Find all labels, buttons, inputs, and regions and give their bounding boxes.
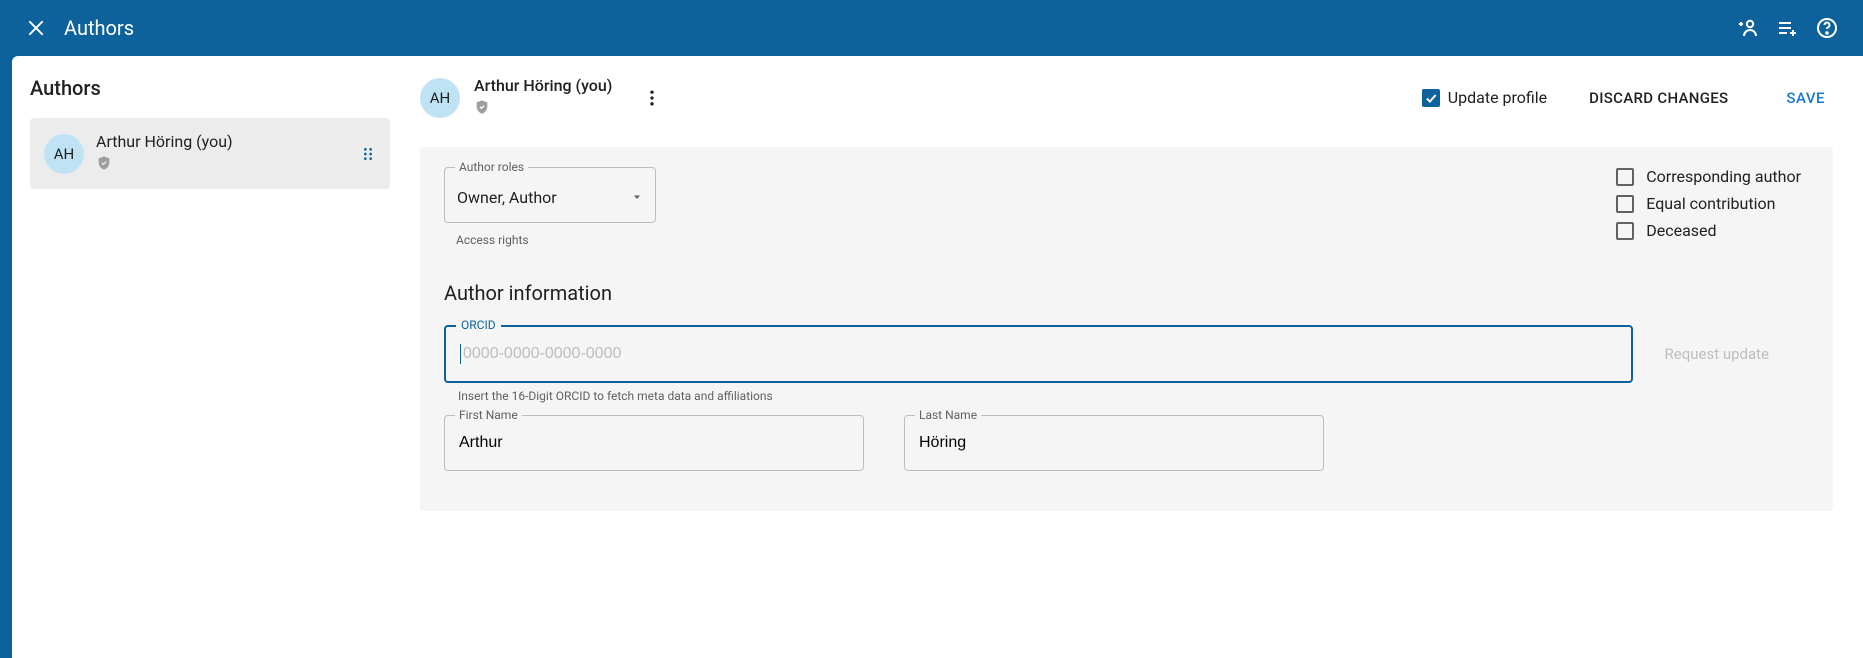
drag-icon	[360, 146, 376, 162]
orcid-label: ORCID	[456, 318, 501, 332]
sidebar-author-item[interactable]: AH Arthur Höring (you)	[30, 118, 390, 189]
author-roles-value: Owner, Author	[457, 188, 631, 207]
checkbox-icon	[1616, 222, 1634, 240]
deceased-checkbox[interactable]: Deceased	[1616, 221, 1801, 240]
form-panel: Author roles Owner, Author Access rights…	[420, 147, 1833, 511]
request-update-link[interactable]: Request update	[1665, 345, 1770, 363]
corresponding-author-checkbox[interactable]: Corresponding author	[1616, 167, 1801, 186]
app-bar: Authors	[0, 0, 1863, 56]
content: Authors AH Arthur Höring (you) AH Arthur	[12, 56, 1863, 658]
checkbox-icon	[1616, 195, 1634, 213]
sidebar-heading: Authors	[30, 76, 390, 100]
update-profile-label: Update profile	[1448, 88, 1547, 107]
page-title: Authors	[64, 16, 134, 40]
author-name: Arthur Höring (you)	[474, 76, 612, 95]
discard-button[interactable]: DISCARD CHANGES	[1581, 83, 1736, 113]
playlist-add-icon	[1775, 16, 1799, 40]
last-name-label: Last Name	[915, 408, 981, 422]
drag-handle[interactable]	[356, 142, 380, 166]
close-icon	[26, 18, 46, 38]
orcid-field[interactable]: ORCID	[444, 325, 1633, 383]
checkbox-icon	[1616, 168, 1634, 186]
author-header: AH Arthur Höring (you) Update profile	[420, 76, 1833, 119]
more-button[interactable]	[634, 80, 670, 116]
last-name-input[interactable]	[919, 434, 1309, 452]
add-person-icon	[1735, 16, 1759, 40]
equal-contribution-checkbox[interactable]: Equal contribution	[1616, 194, 1801, 213]
update-profile-checkbox[interactable]: Update profile	[1422, 88, 1547, 107]
equal-label: Equal contribution	[1646, 194, 1775, 213]
verified-icon	[96, 155, 344, 175]
deceased-label: Deceased	[1646, 221, 1716, 240]
last-name-field[interactable]: Last Name	[904, 415, 1324, 471]
checkbox-icon	[1422, 89, 1440, 107]
orcid-input[interactable]	[463, 345, 1617, 363]
orcid-helper: Insert the 16-Digit ORCID to fetch meta …	[458, 389, 1809, 403]
author-roles-label: Author roles	[455, 160, 528, 174]
help-icon	[1815, 16, 1839, 40]
verified-icon	[474, 99, 612, 119]
more-vert-icon	[642, 88, 662, 108]
avatar: AH	[420, 78, 460, 118]
chevron-down-icon	[631, 188, 643, 207]
access-rights-label: Access rights	[456, 233, 656, 247]
first-name-field[interactable]: First Name	[444, 415, 864, 471]
save-button[interactable]: SAVE	[1778, 83, 1833, 113]
main: AH Arthur Höring (you) Update profile	[402, 56, 1863, 658]
sidebar: Authors AH Arthur Höring (you)	[12, 56, 402, 658]
add-list-button[interactable]	[1767, 8, 1807, 48]
add-author-button[interactable]	[1727, 8, 1767, 48]
first-name-input[interactable]	[459, 434, 849, 452]
author-info-heading: Author information	[444, 281, 1809, 305]
flags: Corresponding author Equal contribution …	[1616, 167, 1801, 240]
author-roles-select[interactable]: Author roles Owner, Author	[444, 167, 656, 223]
avatar: AH	[44, 134, 84, 174]
text-caret	[460, 344, 461, 364]
first-name-label: First Name	[455, 408, 522, 422]
help-button[interactable]	[1807, 8, 1847, 48]
sidebar-author-name: Arthur Höring (you)	[96, 132, 344, 151]
close-button[interactable]	[16, 8, 56, 48]
corresponding-label: Corresponding author	[1646, 167, 1801, 186]
